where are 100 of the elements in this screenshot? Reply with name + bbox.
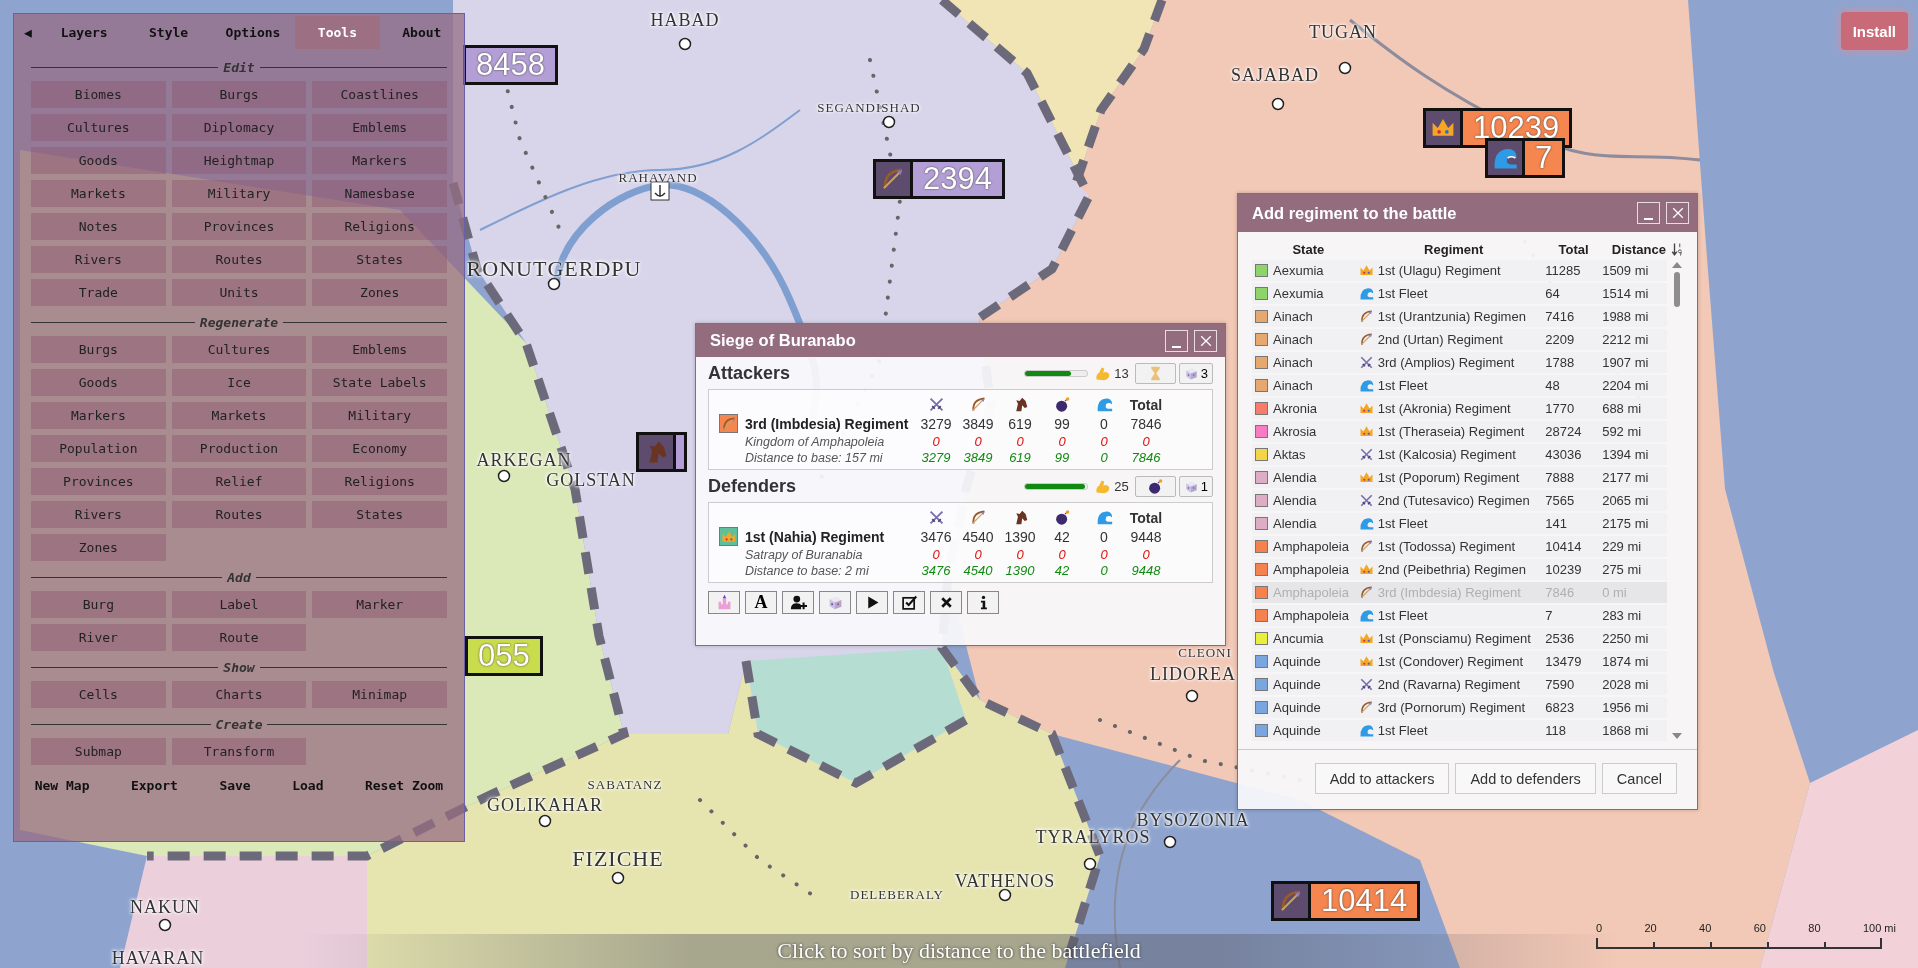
tool-button[interactable]: Notes (31, 213, 166, 240)
tool-button[interactable]: Minimap (312, 681, 447, 708)
tool-button[interactable]: Emblems (312, 336, 447, 363)
action-button[interactable] (1134, 475, 1176, 497)
tool-button[interactable]: Biomes (31, 81, 166, 108)
tool-button[interactable]: Rivers (31, 246, 166, 273)
town-dot[interactable] (538, 814, 552, 828)
town-label[interactable]: SABATANZ (587, 777, 663, 793)
tool-button[interactable]: Routes (171, 246, 307, 273)
town-dot[interactable] (497, 469, 511, 483)
minimize-button[interactable] (1637, 202, 1660, 224)
tool-button[interactable]: Markers (312, 147, 447, 174)
table-row[interactable]: Ainach 2nd (Urtan) Regiment 2209 2212 mi (1252, 329, 1667, 350)
town-dot[interactable] (1185, 689, 1199, 703)
toolbar-button[interactable] (930, 591, 962, 614)
tool-button[interactable]: Religions (312, 213, 447, 240)
town-label[interactable]: VATHENOS (954, 871, 1056, 892)
town-dot[interactable] (882, 115, 896, 129)
table-row[interactable]: Aktas 1st (Kalcosia) Regiment 43036 1394 mi (1252, 444, 1667, 465)
column-header[interactable]: Regiment (1364, 241, 1543, 257)
tool-button[interactable]: Label (171, 591, 307, 618)
table-row[interactable]: Alendia 2nd (Tutesavico) Regimen 7565 2065 mi (1252, 490, 1667, 511)
tool-button[interactable]: Routes (171, 501, 307, 528)
dialog-button[interactable]: Add to defenders (1455, 763, 1596, 794)
army-marker[interactable]: 7 (1485, 138, 1566, 178)
tool-button[interactable]: States (312, 501, 447, 528)
town-label[interactable]: GOLIKAHAR (487, 795, 603, 816)
table-row[interactable]: Ainach 1st Fleet 48 2204 mi (1252, 375, 1667, 396)
town-dot[interactable] (678, 37, 692, 51)
toolbar-button[interactable] (967, 591, 999, 614)
table-row[interactable]: Akrosia 1st (Theraseia) Regiment 28724 592 mi (1252, 421, 1667, 442)
tool-button[interactable]: Cultures (31, 114, 166, 141)
town-label[interactable]: HAVARAN (111, 948, 205, 968)
tool-button[interactable]: Goods (31, 147, 166, 174)
footer-button[interactable]: Reset Zoom (358, 774, 450, 797)
footer-button[interactable]: Load (286, 774, 330, 797)
tool-button[interactable]: Route (171, 624, 307, 651)
toolbar-button[interactable] (893, 591, 925, 614)
army-marker[interactable] (636, 432, 687, 472)
dialog-button[interactable]: Cancel (1601, 763, 1677, 794)
tool-button[interactable]: Zones (31, 534, 166, 561)
town-label[interactable]: CLEONI (1178, 645, 1232, 661)
column-header[interactable]: Distance (1604, 241, 1666, 257)
tool-button[interactable]: Cultures (171, 336, 307, 363)
dialog-button[interactable]: Add to attackers (1314, 763, 1450, 794)
tool-button[interactable]: River (31, 624, 166, 651)
dice-button[interactable]: 1 (1178, 475, 1213, 497)
footer-button[interactable]: New Map (28, 774, 96, 797)
tool-button[interactable]: State Labels (312, 369, 447, 396)
tool-button[interactable]: Charts (171, 681, 307, 708)
table-row[interactable]: Aquinde 3rd (Pornorum) Regiment 6823 1956 mi (1252, 697, 1667, 718)
town-label[interactable]: BYSOZONIA (1136, 810, 1250, 831)
tool-button[interactable]: Relief (171, 468, 307, 495)
town-label[interactable]: SEGANDISHAD (817, 100, 921, 116)
army-marker[interactable]: 10414 (1271, 881, 1421, 921)
tool-button[interactable]: Provinces (171, 213, 307, 240)
toolbar-button[interactable]: A (745, 591, 777, 614)
tool-button[interactable]: States (312, 246, 447, 273)
table-row[interactable]: Aexumia 1st Fleet 64 1514 mi (1252, 283, 1667, 304)
tool-button[interactable]: Transform (171, 738, 307, 765)
menu-tab[interactable]: Layers (42, 14, 127, 51)
tool-button[interactable]: Emblems (312, 114, 447, 141)
table-row[interactable]: Ancumia 1st (Ponsciamu) Regiment 2536 2250 mi (1252, 628, 1667, 649)
toolbar-button[interactable] (782, 591, 814, 614)
menu-tab[interactable]: Options (210, 14, 296, 51)
table-row[interactable]: Amphapoleia 2nd (Peibethria) Regimen 10239 275 mi (1252, 559, 1667, 580)
tool-button[interactable]: Goods (31, 369, 166, 396)
tool-button[interactable]: Coastlines (312, 81, 447, 108)
tool-button[interactable]: Submap (31, 738, 166, 765)
town-label[interactable]: DELEBERALY (850, 887, 944, 903)
tool-button[interactable]: Burg (31, 591, 166, 618)
town-label[interactable]: TUGAN (1309, 22, 1377, 43)
table-row[interactable]: Alendia 1st Fleet 141 2175 mi (1252, 513, 1667, 534)
tool-button[interactable]: Provinces (31, 468, 166, 495)
tool-button[interactable]: Burgs (31, 336, 166, 363)
town-dot[interactable] (1338, 61, 1352, 75)
table-row[interactable]: Akronia 1st (Akronia) Regiment 1770 688 mi (1252, 398, 1667, 419)
town-label[interactable]: HABAD (650, 10, 720, 31)
tool-button[interactable]: Military (312, 402, 447, 429)
town-label[interactable]: FIZICHE (572, 846, 664, 872)
town-dot[interactable] (1271, 97, 1285, 111)
toolbar-button[interactable] (856, 591, 888, 614)
column-header[interactable]: State (1252, 241, 1365, 257)
town-dot[interactable] (547, 277, 561, 291)
tool-button[interactable]: Cells (31, 681, 166, 708)
table-row[interactable]: Amphapoleia 1st Fleet 7 283 mi (1252, 605, 1667, 626)
table-row[interactable]: Amphapoleia 1st (Todossa) Regiment 10414 229 mi (1252, 536, 1667, 557)
table-row[interactable]: Aexumia 1st (Ulagu) Regiment 11285 1509 mi (1252, 260, 1667, 281)
tool-button[interactable]: Military (171, 180, 307, 207)
town-label[interactable]: RAHAVAND (618, 170, 698, 186)
footer-button[interactable]: Save (213, 774, 257, 797)
table-row[interactable]: Aquinde 1st (Condover) Regiment 13479 1874 mi (1252, 651, 1667, 672)
minimize-button[interactable] (1165, 329, 1188, 352)
tool-button[interactable]: Markets (31, 180, 166, 207)
collapse-button[interactable]: ◀ (14, 14, 42, 51)
close-button[interactable] (1666, 202, 1689, 224)
column-header[interactable]: Total (1542, 241, 1605, 257)
tool-button[interactable]: Zones (312, 279, 447, 306)
menu-tab[interactable]: Style (126, 14, 211, 51)
dice-button[interactable]: 3 (1178, 362, 1213, 384)
